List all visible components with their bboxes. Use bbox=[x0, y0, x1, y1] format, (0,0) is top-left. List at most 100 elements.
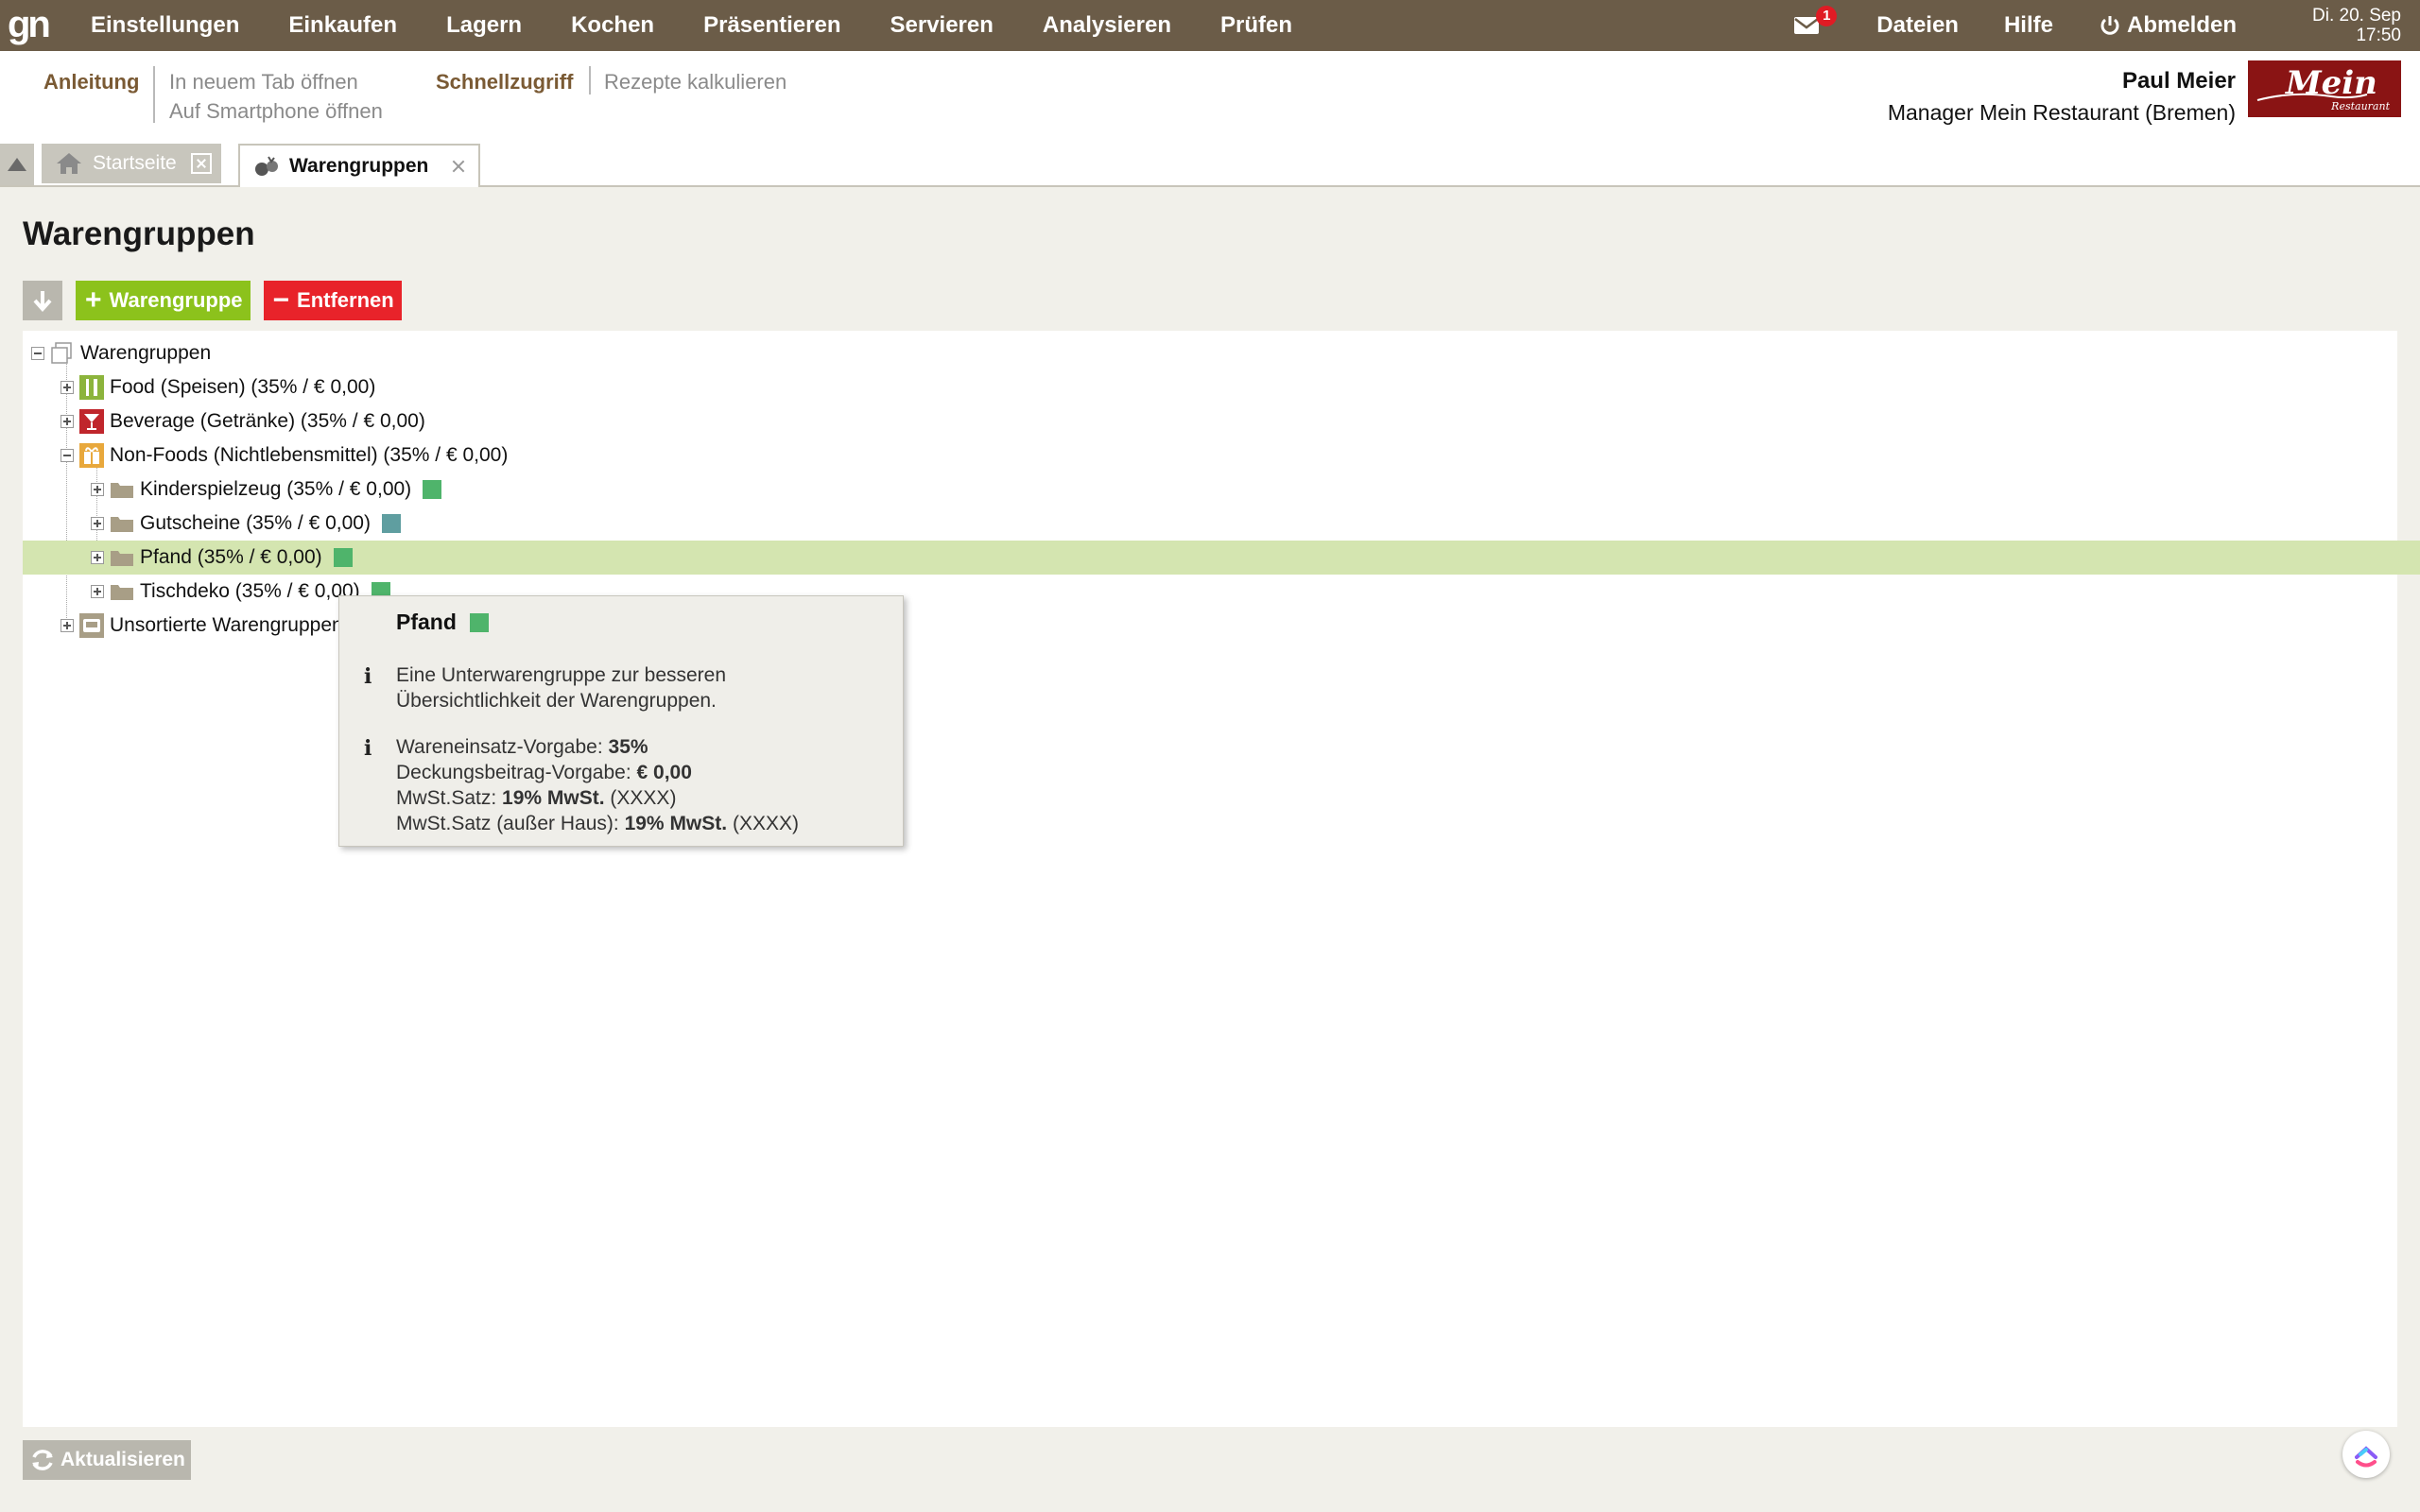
move-down-button[interactable] bbox=[23, 281, 62, 320]
add-warengruppe-button[interactable]: + Warengruppe bbox=[76, 281, 251, 320]
home-icon bbox=[55, 151, 83, 176]
expand-toggle[interactable] bbox=[91, 483, 104, 496]
tree-item-kinderspielzeug[interactable]: Kinderspielzeug (35% / € 0,00) bbox=[23, 472, 2420, 507]
tab-label: Startseite bbox=[93, 152, 177, 174]
app-logo[interactable]: gn bbox=[8, 6, 51, 45]
logout-label: Abmelden bbox=[2126, 12, 2237, 38]
collapse-toggle[interactable] bbox=[60, 449, 74, 462]
quick-access-label: Schnellzugriff bbox=[436, 70, 574, 94]
top-navigation-bar: gn Einstellungen Einkaufen Lagern Kochen… bbox=[0, 0, 2420, 51]
messages-button[interactable]: 1 bbox=[1789, 0, 1838, 51]
expand-toggle[interactable] bbox=[60, 619, 74, 632]
sub-header: Anleitung In neuem Tab öffnen Auf Smartp… bbox=[0, 51, 2420, 144]
tooltip-description: Eine Unterwarengruppe zur besseren Übers… bbox=[396, 662, 726, 713]
nav-kochen[interactable]: Kochen bbox=[546, 0, 679, 51]
main-nav: Einstellungen Einkaufen Lagern Kochen Pr… bbox=[66, 0, 1317, 51]
date-time: Di. 20. Sep 17:50 bbox=[2259, 6, 2420, 45]
tab-startseite[interactable]: Startseite bbox=[42, 144, 221, 183]
nav-analysieren[interactable]: Analysieren bbox=[1018, 0, 1196, 51]
close-icon[interactable] bbox=[448, 156, 469, 177]
tooltip-pfand: Pfand i Eine Unterwarengruppe zur besser… bbox=[338, 595, 904, 847]
tree-label: Food (Speisen) (35% / € 0,00) bbox=[110, 376, 376, 398]
detail-label: Deckungsbeitrag-Vorgabe: bbox=[396, 762, 631, 783]
detail-deckungsbeitrag: Deckungsbeitrag-Vorgabe: € 0,00 bbox=[396, 760, 799, 785]
nav-pruefen[interactable]: Prüfen bbox=[1196, 0, 1317, 51]
tree-item-pfand[interactable]: Pfand (35% / € 0,00) bbox=[23, 541, 2420, 575]
detail-value: 35% bbox=[608, 736, 648, 758]
detail-label: Wareneinsatz-Vorgabe: bbox=[396, 736, 603, 758]
user-role: Manager Mein Restaurant (Bremen) bbox=[1887, 100, 2236, 125]
detail-code: (XXXX) bbox=[732, 813, 799, 834]
help-widget-button[interactable] bbox=[2342, 1431, 2390, 1478]
user-name: Paul Meier bbox=[2121, 68, 2236, 94]
folder-icon bbox=[110, 579, 134, 604]
info-icon: i bbox=[364, 664, 372, 689]
expand-toggle[interactable] bbox=[91, 585, 104, 598]
cutlery-icon bbox=[79, 375, 104, 400]
current-time: 17:50 bbox=[2356, 26, 2401, 45]
color-swatch bbox=[423, 480, 442, 499]
nav-praesentieren[interactable]: Präsentieren bbox=[679, 0, 865, 51]
tooltip-title-text: Pfand bbox=[396, 610, 457, 634]
tree-root[interactable]: Warengruppen bbox=[23, 336, 2406, 370]
collapse-toggle[interactable] bbox=[31, 347, 44, 360]
detail-mwst-ausser-haus: MwSt.Satz (außer Haus): 19% MwSt. (XXXX) bbox=[396, 811, 799, 836]
color-swatch bbox=[469, 612, 489, 632]
tree-panel: Warengruppen Food (Speisen) (35% / € 0,0… bbox=[23, 331, 2420, 1427]
detail-value: 19% MwSt. bbox=[624, 813, 728, 834]
page-title: Warengruppen bbox=[23, 215, 255, 252]
refresh-button[interactable]: Aktualisieren bbox=[23, 1440, 191, 1480]
nav-einstellungen[interactable]: Einstellungen bbox=[66, 0, 264, 51]
tree-label: Gutscheine (35% / € 0,00) bbox=[140, 512, 371, 534]
remove-button[interactable]: − Entfernen bbox=[263, 281, 402, 320]
expand-toggle[interactable] bbox=[91, 517, 104, 530]
color-swatch bbox=[333, 548, 353, 567]
clickup-logo-icon bbox=[2355, 1446, 2377, 1468]
groceries-icon bbox=[253, 155, 280, 178]
refresh-icon bbox=[32, 1450, 53, 1470]
add-label: Warengruppe bbox=[109, 288, 243, 312]
divider bbox=[589, 66, 591, 94]
tree-item-beverage[interactable]: Beverage (Getränke) (35% / € 0,00) bbox=[23, 404, 2420, 438]
tab-bar: Startseite Warengruppen bbox=[0, 144, 2420, 187]
tree-item-non-foods[interactable]: Non-Foods (Nichtlebensmittel) (35% / € 0… bbox=[23, 438, 2420, 472]
tree-item-gutscheine[interactable]: Gutscheine (35% / € 0,00) bbox=[23, 507, 2420, 541]
nav-servieren[interactable]: Servieren bbox=[866, 0, 1018, 51]
detail-code: (XXXX) bbox=[610, 787, 677, 809]
info-icon: i bbox=[364, 736, 372, 761]
expand-toggle[interactable] bbox=[91, 551, 104, 564]
help-link[interactable]: Hilfe bbox=[1981, 12, 2076, 39]
open-on-smartphone-link[interactable]: Auf Smartphone öffnen bbox=[169, 99, 383, 124]
nav-lagern[interactable]: Lagern bbox=[422, 0, 546, 51]
nav-einkaufen[interactable]: Einkaufen bbox=[264, 0, 422, 51]
tab-warengruppen[interactable]: Warengruppen bbox=[238, 144, 480, 187]
tree-item-food[interactable]: Food (Speisen) (35% / € 0,00) bbox=[23, 370, 2420, 404]
close-icon[interactable] bbox=[191, 153, 212, 174]
description-line: Eine Unterwarengruppe zur besseren bbox=[396, 664, 727, 686]
detail-wareneinsatz: Wareneinsatz-Vorgabe: 35% bbox=[396, 734, 799, 760]
tree-label: Beverage (Getränke) (35% / € 0,00) bbox=[110, 410, 425, 432]
expand-toggle[interactable] bbox=[60, 415, 74, 428]
detail-mwst: MwSt.Satz: 19% MwSt. (XXXX) bbox=[396, 785, 799, 811]
tree-label: Unsortierte Warengruppen bbox=[110, 614, 343, 636]
tooltip-details: Wareneinsatz-Vorgabe: 35% Deckungsbeitra… bbox=[396, 734, 799, 836]
description-line: Übersichtlichkeit der Warengruppen. bbox=[396, 690, 717, 712]
folder-icon bbox=[110, 545, 134, 570]
expand-toggle[interactable] bbox=[60, 381, 74, 394]
calculate-recipes-link[interactable]: Rezepte kalkulieren bbox=[604, 70, 786, 94]
color-swatch bbox=[381, 514, 401, 533]
cocktail-icon bbox=[79, 409, 104, 434]
logout-button[interactable]: Abmelden bbox=[2076, 12, 2259, 39]
restaurant-logo: Mein Restaurant bbox=[2248, 60, 2401, 117]
collapse-header-button[interactable] bbox=[0, 144, 34, 185]
power-icon bbox=[2100, 16, 2119, 35]
brand-sub: Restaurant bbox=[2331, 100, 2390, 112]
message-count-badge: 1 bbox=[1816, 6, 1838, 26]
files-link[interactable]: Dateien bbox=[1854, 12, 1981, 39]
tree-label: Warengruppen bbox=[80, 342, 212, 364]
folder-icon bbox=[110, 511, 134, 536]
refresh-label: Aktualisieren bbox=[60, 1449, 185, 1470]
open-new-tab-link[interactable]: In neuem Tab öffnen bbox=[169, 70, 358, 94]
detail-value: 19% MwSt. bbox=[502, 787, 605, 809]
detail-label: MwSt.Satz (außer Haus): bbox=[396, 813, 619, 834]
